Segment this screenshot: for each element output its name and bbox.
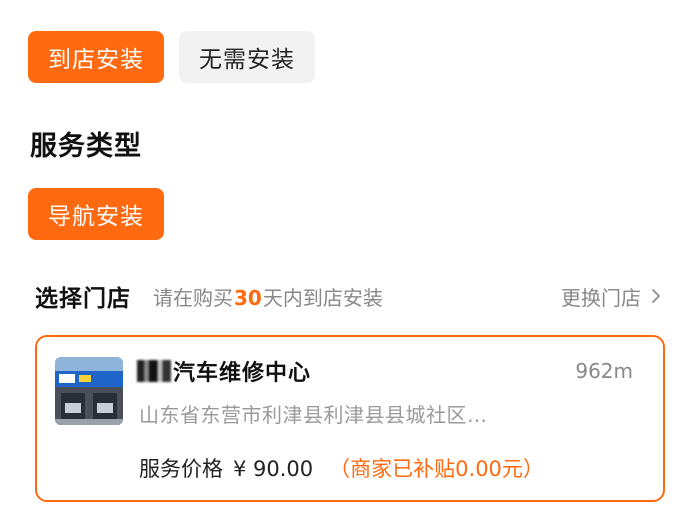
store-address: 山东省东营市利津县利津县县城社区… bbox=[139, 403, 488, 427]
change-store-link[interactable]: 更换门店 bbox=[561, 282, 665, 311]
to-store-install-button[interactable]: 到店安装 bbox=[28, 31, 164, 83]
store-photo bbox=[55, 357, 123, 425]
store-select-header: 选择门店 请在购买 30 天内到店安装 更换门店 bbox=[35, 280, 665, 312]
store-name: 汽车维修中心 bbox=[137, 355, 311, 387]
store-distance: 962m bbox=[575, 359, 633, 383]
chevron-right-icon bbox=[652, 289, 660, 303]
service-type-title: 服务类型 bbox=[30, 131, 142, 162]
select-store-title: 选择门店 bbox=[35, 286, 131, 312]
hint-suffix: 天内到店安装 bbox=[262, 285, 383, 310]
store-name-text: 汽车维修中心 bbox=[173, 361, 312, 386]
service-price-row: 服务价格 ¥ 90.00 （商家已补贴0.00元） bbox=[139, 453, 544, 483]
service-type-group: 导航安装 bbox=[28, 188, 164, 240]
subsidy-note: （商家已补贴0.00元） bbox=[329, 457, 544, 481]
redacted-name-prefix bbox=[137, 360, 171, 382]
change-store-label: 更换门店 bbox=[561, 285, 641, 310]
install-options-page: 到店安装 无需安装 服务类型 导航安装 选择门店 请在购买 30 天内到店安装 … bbox=[0, 0, 700, 524]
hint-days: 30 bbox=[234, 285, 262, 310]
store-photo-icon bbox=[55, 357, 123, 425]
store-card[interactable]: 汽车维修中心 962m 山东省东营市利津县利津县县城社区… 服务价格 ¥ 90.… bbox=[35, 335, 665, 502]
price-label: 服务价格 bbox=[139, 457, 223, 481]
install-method-group: 到店安装 无需安装 bbox=[28, 31, 315, 83]
price-value: ¥ 90.00 bbox=[233, 457, 314, 481]
install-deadline-hint: 请在购买 30 天内到店安装 bbox=[153, 282, 383, 311]
no-install-button[interactable]: 无需安装 bbox=[179, 31, 315, 83]
hint-prefix: 请在购买 bbox=[153, 285, 233, 310]
navigation-install-button[interactable]: 导航安装 bbox=[28, 188, 164, 240]
